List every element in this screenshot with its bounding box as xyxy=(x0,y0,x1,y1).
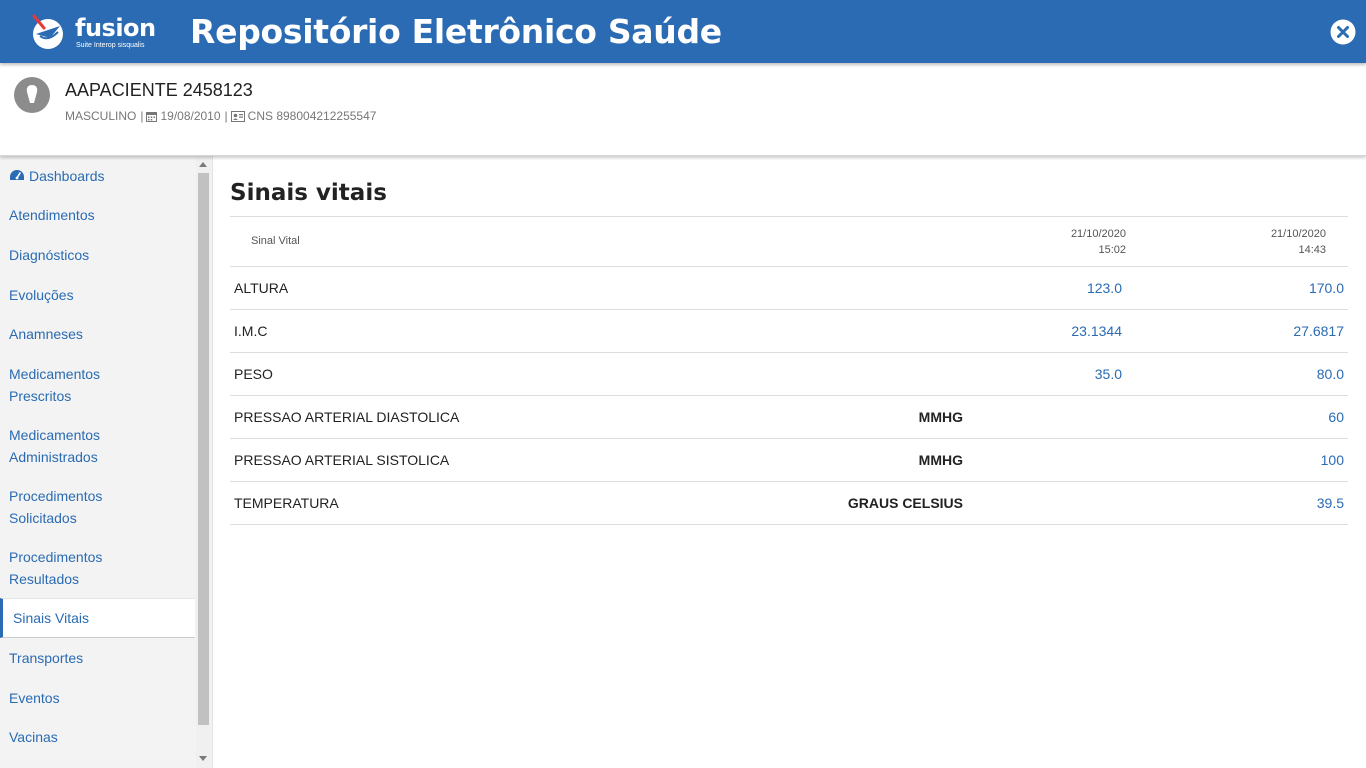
vital-value-2[interactable]: 39.5 xyxy=(1317,495,1344,511)
sidebar-item-evolucoes[interactable]: Evoluções xyxy=(0,284,195,306)
table-row: ALTURA 123.0 170.0 xyxy=(230,267,1348,310)
scroll-up-arrow-icon[interactable] xyxy=(199,162,207,167)
patient-sex: MASCULINO xyxy=(65,109,137,123)
vital-value-2[interactable]: 27.6817 xyxy=(1293,323,1344,339)
patient-avatar xyxy=(14,77,50,113)
sidebar-item-label: Dashboards xyxy=(29,168,105,184)
sidebar-item-medicamentos-administrados[interactable]: Medicamentos Administrados xyxy=(0,424,195,468)
sidebar-item-label: Procedimentos xyxy=(9,488,103,504)
sidebar-item-transportes[interactable]: Transportes xyxy=(0,647,195,669)
sidebar-item-procedimentos-resultados[interactable]: Procedimentos Resultados xyxy=(0,546,195,590)
sidebar-item-label: Vacinas xyxy=(9,729,58,745)
meta-separator: | xyxy=(224,109,228,123)
sidebar-item-anamneses[interactable]: Anamneses xyxy=(0,323,195,345)
vital-name: PRESSAO ARTERIAL SISTOLICA xyxy=(234,452,450,468)
id-card-icon xyxy=(230,110,245,122)
patient-silhouette-icon xyxy=(26,85,38,103)
vital-name: PRESSAO ARTERIAL DIASTOLICA xyxy=(234,409,460,425)
sidebar-scrollbar-thumb[interactable] xyxy=(198,173,209,725)
fusion-logo: fusion Suite Interop sisqualis xyxy=(30,12,156,52)
table-row: TEMPERATURA GRAUS CELSIUS 39.5 xyxy=(230,482,1348,525)
sidebar-item-vacinas[interactable]: Vacinas xyxy=(0,726,195,748)
close-circle-icon xyxy=(1330,19,1356,45)
scroll-down-arrow-icon[interactable] xyxy=(199,756,207,761)
sidebar-item-label: Atendimentos xyxy=(9,207,95,223)
patient-name: AAPACIENTE 2458123 xyxy=(65,80,253,100)
vital-value-1[interactable]: 23.1344 xyxy=(1071,323,1122,339)
table-row: PESO 35.0 80.0 xyxy=(230,353,1348,396)
vital-signs-table: Sinal Vital 21/10/2020 15:02 21/10/2020 … xyxy=(230,216,1348,525)
sidebar-item-label-line2: Administrados xyxy=(9,449,98,465)
vital-name: ALTURA xyxy=(234,280,289,296)
sidebar-item-label-line2: Solicitados xyxy=(9,510,77,526)
main-content: Sinais vitais Sinal Vital 21/10/2020 15:… xyxy=(214,156,1366,768)
table-row: I.M.C 23.1344 27.6817 xyxy=(230,310,1348,353)
sidebar-nav: Dashboards Atendimentos Diagnósticos Evo… xyxy=(0,156,213,768)
vital-value-2[interactable]: 80.0 xyxy=(1317,366,1344,382)
calendar-icon xyxy=(146,111,158,122)
patient-header: AAPACIENTE 2458123 MASCULINO | 19/08/201… xyxy=(0,63,1366,156)
vital-value-1[interactable]: 35.0 xyxy=(1095,366,1122,382)
page-title: Sinais vitais xyxy=(230,180,387,206)
sidebar-item-label: Medicamentos xyxy=(9,366,101,382)
vital-value-2[interactable]: 170.0 xyxy=(1309,280,1344,296)
dashboard-icon xyxy=(10,170,24,180)
app-title: Repositório Eletrônico Saúde xyxy=(190,12,722,51)
sidebar-item-label-line2: Prescritos xyxy=(9,388,72,404)
vital-value-2[interactable]: 100 xyxy=(1321,452,1344,468)
patient-cns: CNS 898004212255547 xyxy=(247,109,377,123)
column-date: 21/10/2020 xyxy=(1270,228,1326,240)
column-time: 14:43 xyxy=(1298,244,1326,256)
sidebar-item-sinais-vitais[interactable]: Sinais Vitais xyxy=(0,598,195,638)
column-header-sinal-vital: Sinal Vital xyxy=(251,235,300,247)
logo-tagline: Suite Interop sisqualis xyxy=(76,42,145,49)
fusion-logo-icon xyxy=(32,14,63,49)
sidebar-item-procedimentos-solicitados[interactable]: Procedimentos Solicitados xyxy=(0,485,195,529)
sidebar-item-label: Procedimentos xyxy=(9,549,103,565)
sidebar-item-diagnosticos[interactable]: Diagnósticos xyxy=(0,244,195,266)
patient-birth-date: 19/08/2010 xyxy=(160,109,221,123)
top-bar: fusion Suite Interop sisqualis Repositór… xyxy=(0,0,1366,63)
sidebar-item-label: Diagnósticos xyxy=(9,247,90,263)
sidebar-item-label: Transportes xyxy=(9,650,84,666)
vital-name: TEMPERATURA xyxy=(234,495,339,511)
column-header-date-2: 21/10/2020 14:43 xyxy=(1271,226,1326,258)
vital-unit: GRAUS CELSIUS xyxy=(847,495,963,511)
sidebar-item-atendimentos[interactable]: Atendimentos xyxy=(0,204,195,226)
sidebar-item-medicamentos-prescritos[interactable]: Medicamentos Prescritos xyxy=(0,363,195,407)
table-row: PRESSAO ARTERIAL SISTOLICA MMHG 100 xyxy=(230,439,1348,482)
sidebar-item-label: Evoluções xyxy=(9,287,74,303)
column-time: 15:02 xyxy=(1098,244,1126,256)
vital-unit: MMHG xyxy=(918,452,963,468)
logo-word: fusion xyxy=(75,14,156,42)
vital-value-2[interactable]: 60 xyxy=(1328,409,1344,425)
sidebar-item-label: Anamneses xyxy=(9,326,83,342)
vital-name: PESO xyxy=(234,366,273,382)
table-header: Sinal Vital 21/10/2020 15:02 21/10/2020 … xyxy=(230,216,1348,267)
column-date: 21/10/2020 xyxy=(1070,228,1126,240)
meta-separator: | xyxy=(140,109,144,123)
column-header-date-1: 21/10/2020 15:02 xyxy=(1071,226,1126,258)
sidebar-item-eventos[interactable]: Eventos xyxy=(0,687,195,709)
vital-unit: MMHG xyxy=(918,409,963,425)
table-row: PRESSAO ARTERIAL DIASTOLICA MMHG 60 xyxy=(230,396,1348,439)
sidebar-item-dashboards[interactable]: Dashboards xyxy=(0,165,195,187)
close-button[interactable] xyxy=(1330,19,1356,45)
sidebar-item-label: Eventos xyxy=(9,690,60,706)
vital-value-1[interactable]: 123.0 xyxy=(1087,280,1122,296)
sidebar-item-label-line2: Resultados xyxy=(9,571,80,587)
patient-meta: MASCULINO | 19/08/2010 | CNS 89800421225… xyxy=(65,109,376,123)
sidebar-item-label: Medicamentos xyxy=(9,427,101,443)
vital-name: I.M.C xyxy=(234,323,268,339)
sidebar-item-label: Sinais Vitais xyxy=(13,610,90,626)
